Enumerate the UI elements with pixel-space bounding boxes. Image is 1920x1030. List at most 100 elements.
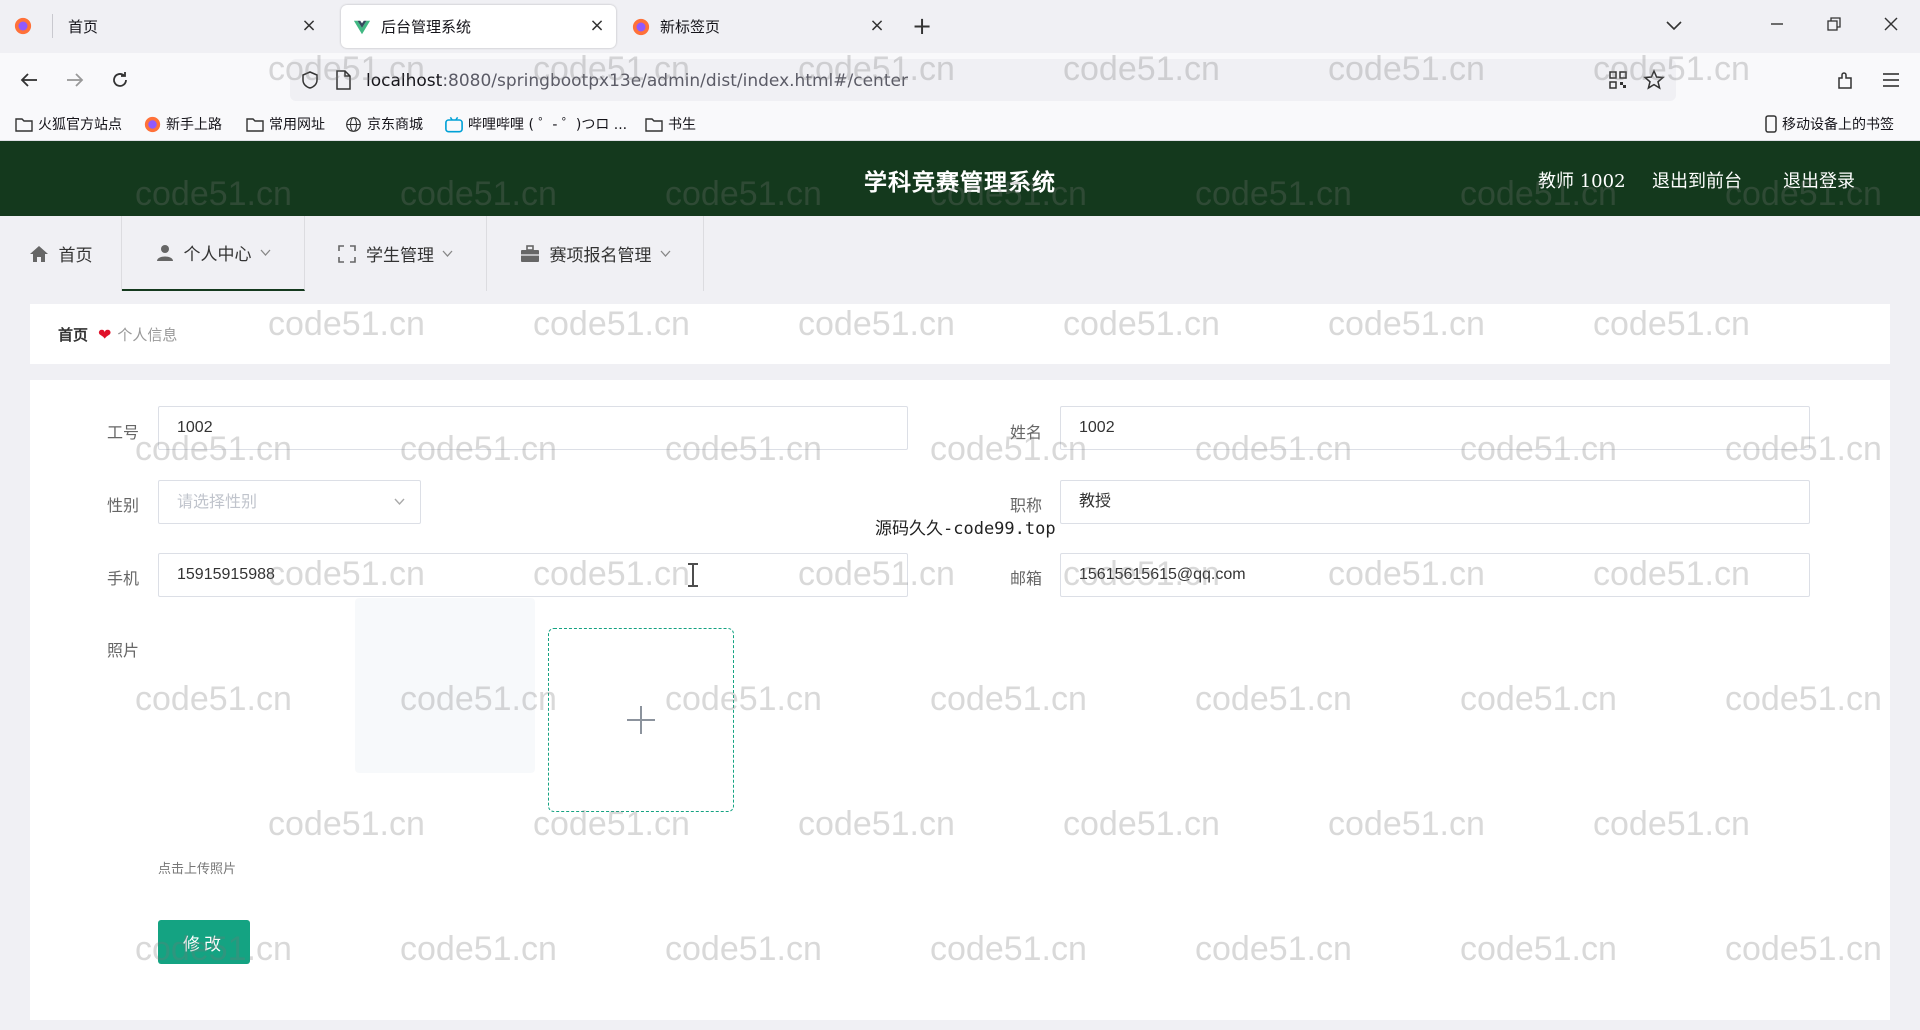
chevron-down-icon bbox=[660, 250, 670, 257]
bookmark-bilibili[interactable]: 哔哩哔哩 ( ゜- ゜)つロ ... bbox=[445, 114, 627, 134]
folder-icon bbox=[645, 118, 663, 132]
firefox-icon bbox=[632, 18, 650, 35]
extensions-icon[interactable] bbox=[1830, 65, 1860, 95]
menu-label: 学生管理 bbox=[366, 246, 434, 266]
bookmark-label: 哔哩哔哩 ( ゜- ゜)つロ ... bbox=[468, 117, 628, 133]
fullscreen-icon bbox=[338, 244, 356, 263]
app-title: 学科竞赛管理系统 bbox=[864, 169, 1056, 196]
bookmark-label: 京东商城 bbox=[367, 117, 423, 133]
bookmark-firefox-site[interactable]: 火狐官方站点 bbox=[15, 114, 122, 134]
close-icon[interactable]: × bbox=[300, 17, 318, 35]
overlay-text: 源码久久-code99.top bbox=[875, 519, 1056, 539]
email-label: 邮箱 bbox=[1010, 569, 1043, 588]
mobile-device-icon bbox=[1765, 115, 1777, 133]
breadcrumb-current: 个人信息 bbox=[117, 326, 178, 344]
menu-student-management[interactable]: 学生管理 bbox=[305, 216, 487, 291]
forward-arrow-icon[interactable] bbox=[60, 65, 90, 95]
menu-label: 个人中心 bbox=[183, 245, 252, 265]
exit-to-front-link[interactable]: 退出到前台 bbox=[1652, 167, 1742, 193]
update-button[interactable]: 修改 bbox=[158, 920, 250, 964]
tab-title: 后台管理系统 bbox=[381, 18, 472, 36]
window-close-icon[interactable] bbox=[1876, 12, 1906, 40]
chevron-down-icon bbox=[260, 249, 270, 256]
menu-personal-center[interactable]: 个人中心 bbox=[122, 216, 305, 291]
gender-label: 性别 bbox=[107, 496, 140, 515]
chevron-down-icon bbox=[394, 498, 405, 506]
qr-code-icon[interactable] bbox=[1608, 70, 1628, 90]
shield-icon[interactable] bbox=[300, 70, 320, 90]
firefox-icon[interactable] bbox=[14, 17, 32, 35]
bookmark-jd[interactable]: 京东商城 bbox=[345, 114, 423, 134]
id-label: 工号 bbox=[107, 423, 140, 442]
current-user: 教师 1002 bbox=[1538, 171, 1626, 192]
breadcrumb-panel: 首页 ❤ 个人信息 bbox=[30, 304, 1890, 364]
email-input[interactable]: 15615615615@qq.com bbox=[1060, 553, 1810, 597]
url-bar[interactable]: localhost:8080/springbootpx13e/admin/dis… bbox=[290, 59, 1676, 101]
gender-placeholder: 请选择性别 bbox=[177, 492, 258, 511]
photo-preview bbox=[355, 598, 535, 773]
bookmark-common-sites[interactable]: 常用网址 bbox=[246, 114, 325, 134]
text-cursor-icon bbox=[688, 563, 698, 587]
bookmark-label: 新手上路 bbox=[166, 117, 222, 133]
briefcase-icon bbox=[520, 244, 539, 262]
user-icon bbox=[156, 244, 173, 261]
logout-link[interactable]: 退出登录 bbox=[1783, 167, 1855, 193]
bookmark-label: 书生 bbox=[668, 117, 696, 133]
menu-label: 赛项报名管理 bbox=[549, 246, 652, 266]
name-input[interactable]: 1002 bbox=[1060, 406, 1810, 450]
home-icon bbox=[29, 245, 48, 262]
menu-home[interactable]: 首页 bbox=[0, 216, 122, 291]
id-input[interactable]: 1002 bbox=[158, 406, 908, 450]
profile-form: 工号 1002 姓名 1002 性别 请选择性别 职称 教授 手机 159159… bbox=[30, 380, 1890, 1020]
folder-icon bbox=[246, 118, 264, 132]
gender-select[interactable]: 请选择性别 bbox=[158, 480, 421, 524]
photo-label: 照片 bbox=[107, 641, 140, 660]
top-menu: 首页 个人中心 学生管理 赛项报名管理 bbox=[0, 216, 1920, 291]
bookmark-label: 火狐官方站点 bbox=[38, 117, 122, 133]
bookmark-label: 移动设备上的书签 bbox=[1782, 117, 1894, 133]
tab-home[interactable]: 首页 × bbox=[56, 5, 328, 48]
browser-nav-bar: localhost:8080/springbootpx13e/admin/dis… bbox=[0, 53, 1920, 107]
url-text: localhost:8080/springbootpx13e/admin/dis… bbox=[366, 71, 908, 91]
tab-admin[interactable]: 后台管理系统 × bbox=[341, 5, 616, 48]
plus-icon bbox=[627, 706, 655, 734]
job-title-label: 职称 bbox=[1010, 496, 1043, 515]
app-header: 学科竞赛管理系统 教师 1002 退出到前台 退出登录 bbox=[0, 141, 1920, 216]
breadcrumb-home[interactable]: 首页 bbox=[58, 324, 88, 345]
tab-title: 新标签页 bbox=[660, 18, 721, 36]
reload-icon[interactable] bbox=[105, 65, 135, 95]
url-host: localhost bbox=[366, 71, 443, 91]
phone-label: 手机 bbox=[107, 569, 140, 588]
bookmarks-bar: 火狐官方站点 新手上路 常用网址 京东商城 哔哩哔哩 ( ゜- ゜)つロ ...… bbox=[0, 107, 1920, 141]
menu-competition-registration[interactable]: 赛项报名管理 bbox=[487, 216, 704, 291]
tab-separator bbox=[52, 14, 53, 38]
close-icon[interactable]: × bbox=[588, 17, 606, 35]
breadcrumb: 首页 ❤ 个人信息 bbox=[58, 324, 177, 345]
menu-icon[interactable] bbox=[1876, 65, 1906, 95]
tab-title: 首页 bbox=[68, 18, 99, 36]
minimize-icon[interactable] bbox=[1762, 12, 1792, 40]
vue-icon bbox=[353, 20, 371, 34]
page-icon[interactable] bbox=[334, 70, 352, 90]
restore-icon[interactable] bbox=[1819, 12, 1849, 40]
bookmark-getting-started[interactable]: 新手上路 bbox=[144, 114, 222, 134]
phone-input[interactable]: 15915915988 bbox=[158, 553, 908, 597]
back-arrow-icon[interactable] bbox=[14, 65, 44, 95]
menu-label: 首页 bbox=[58, 246, 93, 266]
close-icon[interactable]: × bbox=[868, 17, 886, 35]
upload-hint: 点击上传照片 bbox=[158, 862, 237, 877]
url-path: :8080/springbootpx13e/admin/dist/index.h… bbox=[442, 71, 908, 91]
name-label: 姓名 bbox=[1010, 423, 1043, 442]
star-icon[interactable] bbox=[1643, 69, 1665, 91]
firefox-icon bbox=[144, 116, 161, 132]
chevron-down-icon bbox=[442, 250, 453, 257]
browser-tab-bar: 首页 × 后台管理系统 × 新标签页 × + bbox=[0, 0, 1920, 53]
heart-icon: ❤ bbox=[98, 325, 112, 344]
job-title-input[interactable]: 教授 bbox=[1060, 480, 1810, 524]
bookmark-shusheng[interactable]: 书生 bbox=[645, 114, 696, 134]
tab-list-icon[interactable] bbox=[1659, 12, 1689, 40]
bookmark-mobile[interactable]: 移动设备上的书签 bbox=[1765, 114, 1894, 134]
new-tab-button[interactable]: + bbox=[912, 13, 932, 39]
photo-upload-box[interactable] bbox=[548, 628, 734, 812]
tab-new[interactable]: 新标签页 × bbox=[620, 5, 896, 48]
